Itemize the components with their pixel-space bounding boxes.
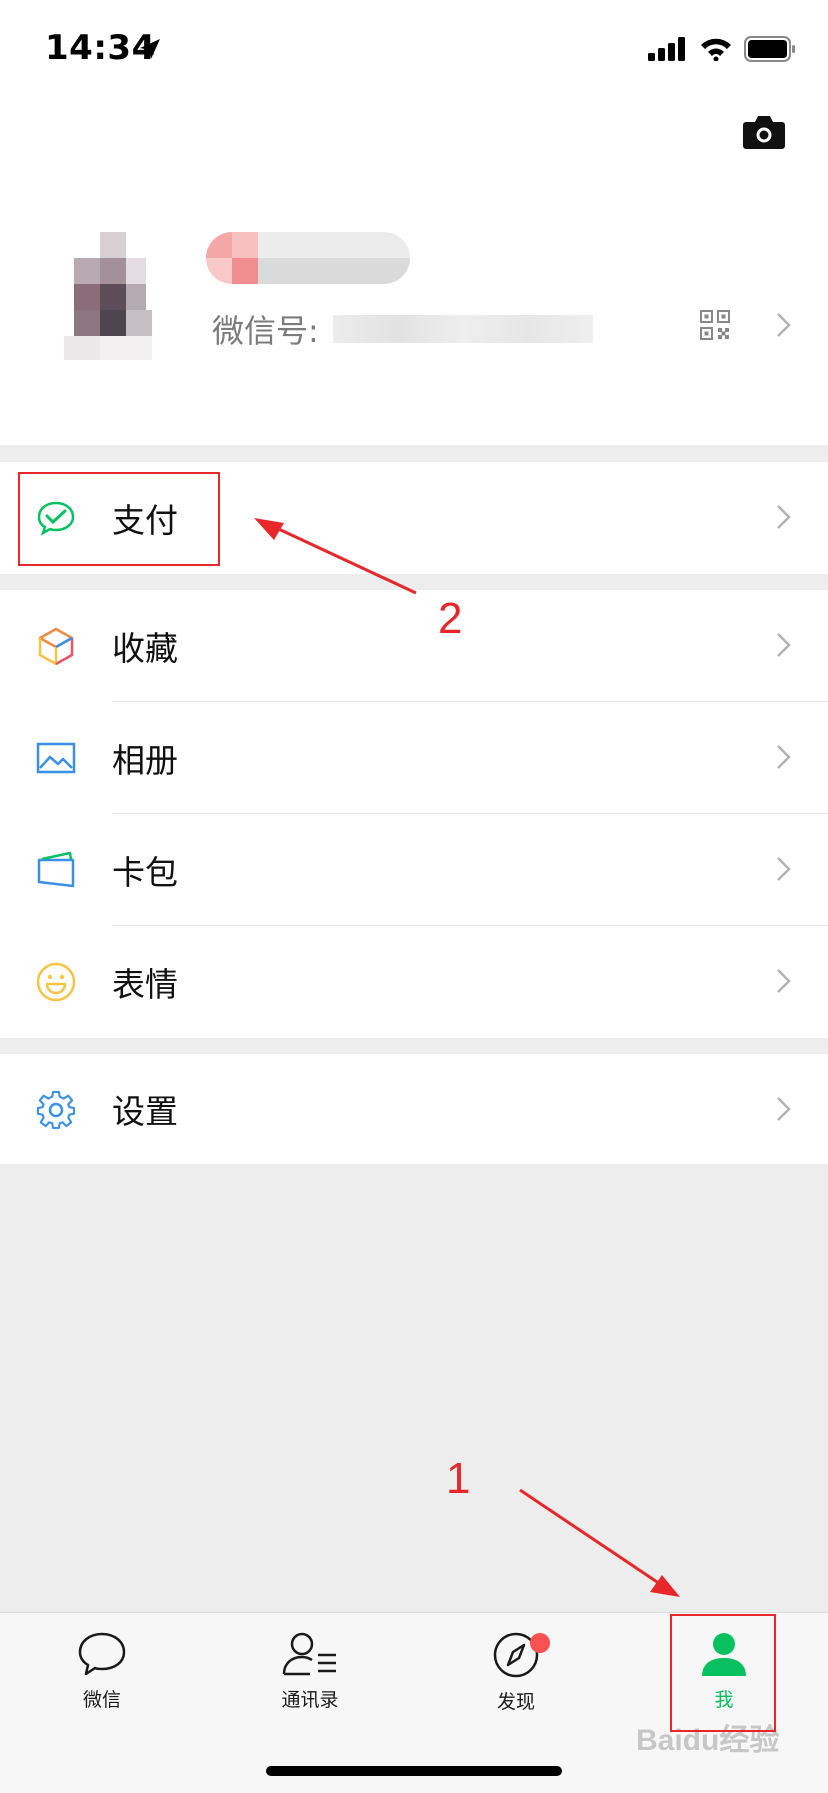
tab-contacts[interactable]: 通讯录 xyxy=(250,1631,370,1712)
menu-label-moments: 相册 xyxy=(112,741,178,780)
chat-bubble-icon xyxy=(78,1632,126,1676)
menu-item-stickers[interactable]: 表情 xyxy=(0,926,828,1038)
wechat-id-label: 微信号: xyxy=(212,312,319,350)
annotation-number-2: 2 xyxy=(438,594,463,643)
menu-group-main: 收藏 相册 卡包 表情 xyxy=(0,590,828,1038)
tab-label-discover: 发现 xyxy=(496,1691,535,1713)
wechat-id-blurred xyxy=(332,315,593,343)
chevron-right-icon xyxy=(777,857,791,881)
card-wallet-icon xyxy=(37,851,75,888)
home-indicator xyxy=(266,1766,562,1776)
annotation-arrow-2 xyxy=(254,518,417,595)
smiley-icon xyxy=(36,962,76,1002)
menu-item-cards[interactable]: 卡包 xyxy=(0,814,828,926)
chevron-right-icon xyxy=(777,745,791,769)
wechat-id: 微信号: xyxy=(212,306,593,352)
menu-label-settings: 设置 xyxy=(112,1092,178,1131)
tab-discover[interactable]: 发现 xyxy=(456,1631,576,1714)
gear-icon xyxy=(36,1090,76,1130)
annotation-number-1: 1 xyxy=(446,1454,471,1503)
menu-label-stickers: 表情 xyxy=(112,965,178,1004)
annotation-box-me xyxy=(670,1614,776,1732)
chevron-right-icon xyxy=(777,313,791,337)
menu-label-cards: 卡包 xyxy=(112,853,178,892)
notification-dot xyxy=(530,1633,550,1653)
avatar[interactable] xyxy=(64,232,158,362)
annotation-arrow-1 xyxy=(519,1488,680,1597)
qr-code-icon[interactable] xyxy=(700,310,730,340)
camera-icon[interactable] xyxy=(742,114,786,150)
favorites-cube-icon xyxy=(38,627,74,666)
profile-header[interactable]: 微信号: xyxy=(0,100,828,445)
annotation-box-pay xyxy=(18,472,220,566)
menu-item-moments[interactable]: 相册 xyxy=(0,702,828,814)
menu-item-favorites[interactable]: 收藏 xyxy=(0,590,828,702)
chevron-right-icon xyxy=(777,633,791,657)
wifi-icon xyxy=(701,38,731,61)
signal-icon xyxy=(648,37,685,61)
status-icons xyxy=(648,36,796,62)
menu-label-favorites: 收藏 xyxy=(112,629,178,668)
nickname-blurred xyxy=(206,232,410,284)
chevron-right-icon xyxy=(777,505,791,529)
location-arrow-icon xyxy=(140,39,160,59)
tab-chats[interactable]: 微信 xyxy=(42,1631,162,1712)
menu-group-settings: 设置 xyxy=(0,1054,828,1164)
status-bar: 14:34 xyxy=(0,0,828,100)
tab-label-contacts: 通讯录 xyxy=(281,1689,339,1711)
chevron-right-icon xyxy=(777,969,791,993)
album-icon xyxy=(36,742,76,774)
menu-item-settings[interactable]: 设置 xyxy=(0,1054,828,1164)
contacts-icon xyxy=(282,1632,336,1676)
battery-icon xyxy=(744,36,795,62)
chevron-right-icon xyxy=(777,1097,791,1121)
tab-label-chats: 微信 xyxy=(82,1689,121,1711)
